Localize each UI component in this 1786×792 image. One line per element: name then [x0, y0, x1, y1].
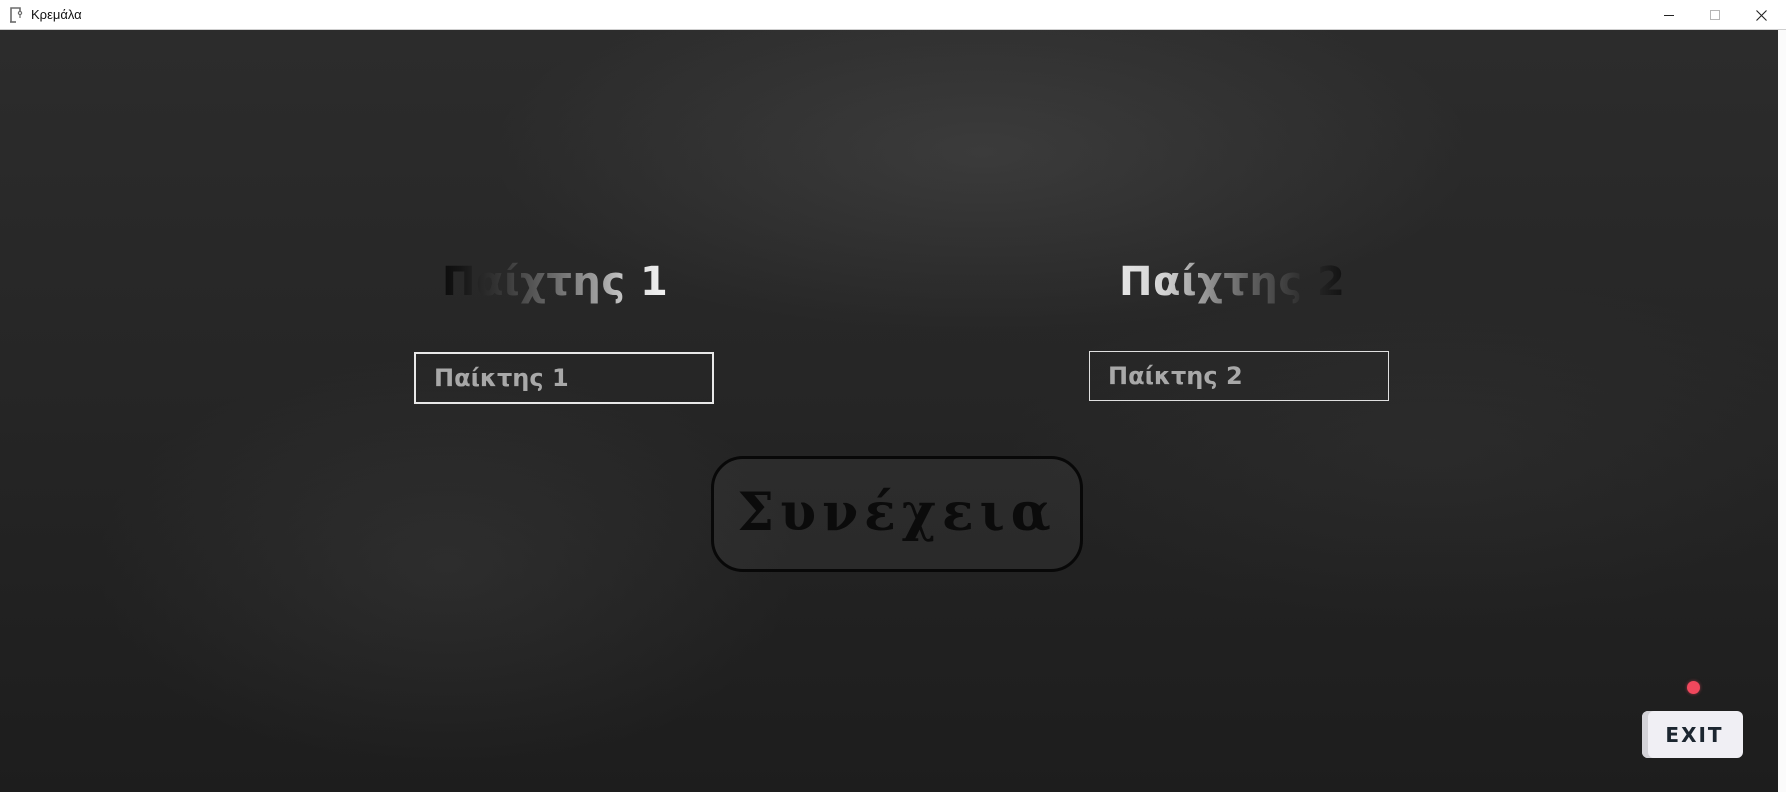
window-title: Κρεμάλα — [31, 7, 82, 22]
player-1-heading: Παίχτης 1 — [442, 259, 669, 305]
player-2-heading: Παίχτης 2 — [1119, 259, 1346, 305]
window-titlebar: Κρεμάλα — [0, 0, 1786, 30]
game-background — [0, 30, 1786, 792]
maximize-icon — [1710, 10, 1720, 20]
close-icon — [1755, 9, 1767, 21]
maximize-button[interactable] — [1692, 0, 1738, 30]
exit-button[interactable]: EXIT — [1642, 711, 1743, 758]
exit-button-label: EXIT — [1665, 722, 1724, 747]
exit-indicator-dot — [1687, 681, 1700, 694]
player-2-name-input[interactable] — [1089, 351, 1389, 401]
close-button[interactable] — [1738, 0, 1784, 30]
continue-button[interactable]: Συνέχεια — [711, 456, 1083, 572]
window-right-edge — [1778, 30, 1786, 792]
minimize-button[interactable] — [1646, 0, 1692, 30]
player-1-name-input[interactable] — [414, 352, 714, 404]
minimize-icon — [1664, 10, 1674, 20]
continue-button-label: Συνέχεια — [737, 481, 1057, 543]
gallows-app-icon — [9, 7, 23, 23]
